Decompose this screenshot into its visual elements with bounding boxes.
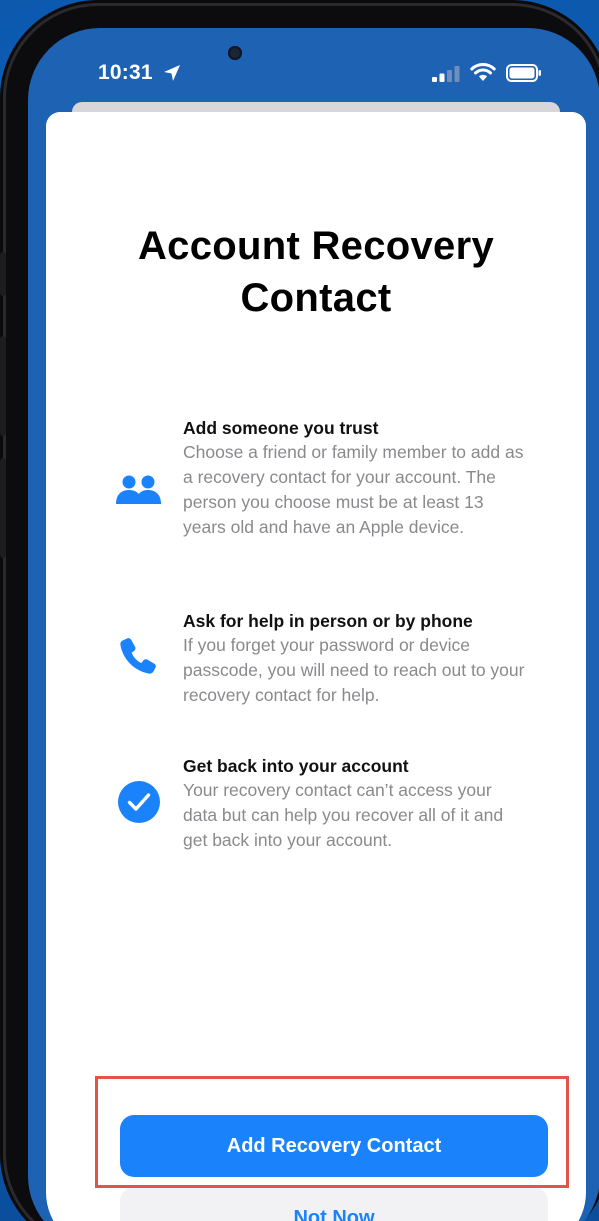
two-people-icon xyxy=(116,475,161,504)
page-title: Account Recovery Contact xyxy=(46,220,586,324)
volume-down-button xyxy=(0,458,6,558)
feature-heading: Get back into your account xyxy=(183,756,409,776)
account-recovery-sheet: Account Recovery Contact Add someone you… xyxy=(46,112,586,1221)
feature-description: Your recovery contact can’t access your … xyxy=(183,780,504,850)
feature-heading: Ask for help in person or by phone xyxy=(183,611,473,631)
cellular-signal-icon xyxy=(432,66,460,82)
location-arrow-icon xyxy=(164,65,180,81)
title-line-1: Account Recovery xyxy=(137,224,495,268)
not-now-button[interactable]: Not Now xyxy=(120,1187,548,1221)
phone-icon xyxy=(120,638,156,674)
status-time: 10:31 xyxy=(98,61,153,84)
status-bar: 10:31 xyxy=(28,28,599,108)
feature-heading: Add someone you trust xyxy=(183,418,379,438)
screen: 10:31 Account Recovery Contact Add someo… xyxy=(28,28,599,1221)
phone-frame: 10:31 Account Recovery Contact Add someo… xyxy=(0,6,599,1221)
front-camera xyxy=(228,46,242,60)
feature-description: If you forget your password or device pa… xyxy=(183,635,525,705)
volume-up-button xyxy=(0,336,6,436)
mute-switch xyxy=(0,252,6,296)
highlight-box xyxy=(95,1076,569,1188)
checkmark-circle-icon xyxy=(118,781,160,823)
wifi-icon xyxy=(470,63,496,81)
title-line-2: Contact xyxy=(240,276,392,320)
battery-icon xyxy=(506,64,541,82)
feature-description: Choose a friend or family member to add … xyxy=(183,442,524,537)
